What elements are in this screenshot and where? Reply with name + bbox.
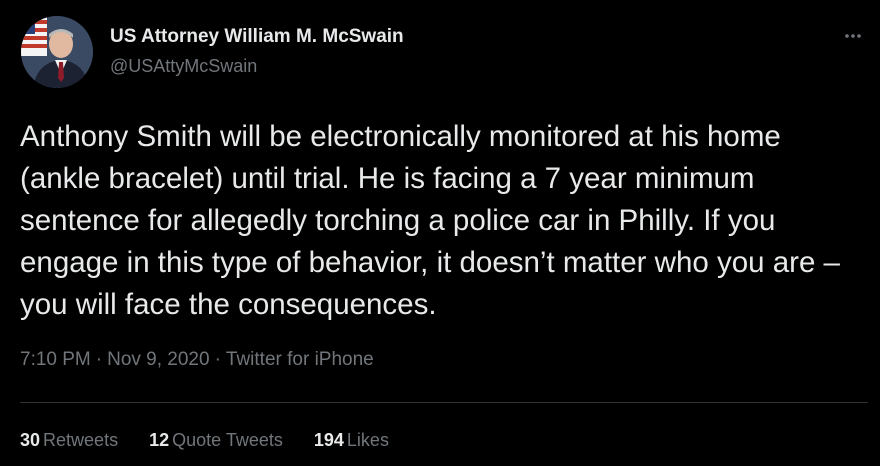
more-options-button[interactable]: [836, 22, 870, 50]
retweets-count: 30: [20, 430, 41, 450]
author-avatar[interactable]: [21, 16, 93, 88]
meta-separator: ·: [214, 349, 221, 370]
retweets-stat[interactable]: 30 Retweets: [20, 430, 118, 451]
quote-tweets-label: Quote Tweets: [172, 430, 283, 450]
retweets-label: Retweets: [43, 430, 119, 450]
engagement-stats: 30 Retweets 12 Quote Tweets 194 Likes: [20, 430, 415, 451]
divider: [20, 402, 868, 403]
meta-separator: ·: [95, 349, 103, 370]
more-horizontal-icon: [845, 34, 861, 38]
tweet-date[interactable]: Nov 9, 2020: [107, 349, 209, 370]
tweet: US Attorney William M. McSwain @USAttyMc…: [0, 0, 880, 466]
likes-label: Likes: [346, 430, 389, 450]
tweet-text: Anthony Smith will be electronically mon…: [20, 120, 840, 321]
quote-tweets-count: 12: [149, 430, 170, 450]
tweet-time[interactable]: 7:10 PM: [20, 349, 91, 370]
profile-photo-icon: [21, 16, 93, 88]
author-handle[interactable]: @USAttyMcSwain: [110, 56, 257, 77]
quote-tweets-stat[interactable]: 12 Quote Tweets: [149, 430, 283, 451]
author-display-name[interactable]: US Attorney William M. McSwain: [110, 26, 404, 48]
tweet-source[interactable]: Twitter for iPhone: [226, 349, 374, 370]
likes-count: 194: [313, 430, 344, 450]
likes-stat[interactable]: 194 Likes: [314, 430, 389, 451]
tweet-metadata: 7:10 PM · Nov 9, 2020 · Twitter for iPhone: [20, 349, 374, 371]
